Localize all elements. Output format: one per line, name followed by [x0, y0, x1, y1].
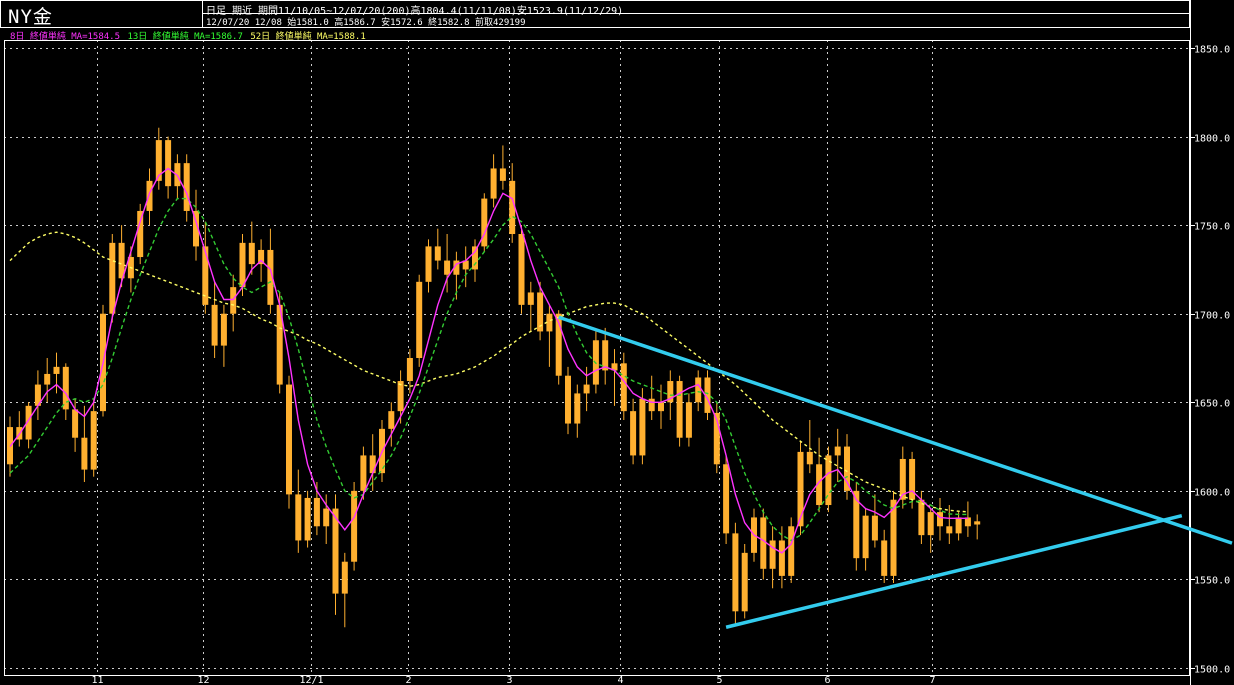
- candle-body: [90, 411, 97, 470]
- candle-body: [388, 411, 395, 429]
- y-tick-label: 1650.0: [1194, 399, 1230, 410]
- candle-body: [723, 464, 730, 534]
- x-tick-label: 3: [506, 675, 512, 685]
- candle-body: [881, 540, 888, 576]
- x-tick-label: 2: [405, 675, 411, 685]
- candle-body: [406, 358, 413, 382]
- candle-body: [72, 409, 79, 438]
- candle-body: [695, 377, 702, 403]
- candle-body: [444, 260, 451, 275]
- candle-body: [732, 533, 739, 612]
- candle-body: [937, 512, 943, 527]
- candle-body: [248, 242, 255, 265]
- candle-body: [360, 455, 367, 491]
- trendline-lower: [725, 513, 1183, 629]
- candle-body: [518, 234, 525, 305]
- candle-body: [806, 451, 813, 465]
- candle-body: [760, 517, 767, 569]
- x-tick-label: 12/1: [299, 675, 323, 685]
- candle-body: [369, 455, 376, 474]
- candle-body: [165, 140, 172, 187]
- candle-body: [53, 366, 60, 374]
- candle-body: [416, 281, 423, 358]
- x-tick-label: 12: [197, 675, 209, 685]
- candle-body: [137, 210, 144, 258]
- candle-body: [211, 304, 218, 346]
- candle-body: [230, 287, 237, 314]
- candle-body: [844, 446, 850, 491]
- candle-body: [341, 561, 348, 594]
- candle-body: [974, 521, 981, 525]
- candle-body: [527, 292, 534, 305]
- candle-body: [862, 515, 869, 559]
- candle-body: [946, 526, 953, 534]
- candle-body: [109, 242, 116, 314]
- candle-body: [239, 242, 246, 288]
- candle-body: [685, 402, 692, 438]
- candle-body: [286, 384, 292, 495]
- candle-body: [918, 499, 925, 536]
- candle-body: [565, 375, 571, 424]
- candle-body: [630, 411, 637, 456]
- candle-body: [323, 508, 330, 527]
- x-tick-label: 5: [716, 675, 722, 685]
- y-tick-label: 1850.0: [1194, 45, 1230, 56]
- candle-body: [472, 246, 478, 270]
- candle-body: [955, 517, 962, 534]
- candle-body: [351, 490, 358, 562]
- candle-body: [183, 163, 190, 211]
- y-tick-label: 1500.0: [1194, 665, 1230, 676]
- candle-body: [778, 540, 785, 576]
- x-tick-label: 4: [617, 675, 623, 685]
- candle-body: [639, 398, 646, 456]
- y-tick-label: 1600.0: [1194, 488, 1230, 499]
- candle-body: [648, 398, 655, 412]
- ma52-line: [9, 231, 968, 513]
- candle-body: [871, 515, 878, 541]
- candle-body: [834, 446, 841, 456]
- candle-body: [81, 437, 88, 470]
- candle-body: [146, 180, 153, 211]
- candle-body: [434, 246, 441, 261]
- candlestick-chart: 1850.0 1800.0 1750.0 1700.0 1650.0 1600.0 1550…: [4, 0, 1233, 685]
- candle-body: [658, 402, 664, 412]
- candle-body: [620, 363, 627, 412]
- x-tick-label: 7: [929, 675, 935, 685]
- candle-body: [741, 552, 748, 612]
- candle-body: [295, 494, 302, 541]
- x-tick-label: 11: [91, 675, 103, 685]
- candle-body: [44, 373, 51, 385]
- candle-body: [490, 168, 497, 199]
- y-tick-label: 1800.0: [1194, 134, 1230, 145]
- y-tick-label: 1550.0: [1194, 576, 1230, 587]
- ma13-line: [9, 197, 968, 542]
- candle-body: [574, 393, 581, 424]
- candle-body: [676, 381, 683, 438]
- candle-body: [220, 313, 227, 346]
- candle-body: [927, 512, 934, 536]
- candle-body: [583, 384, 590, 394]
- y-tick-label: 1700.0: [1194, 311, 1230, 322]
- candle-body: [313, 497, 320, 527]
- ma8-line: [9, 167, 968, 554]
- candle-body: [397, 381, 404, 412]
- candle-body: [62, 366, 69, 410]
- candle-body: [304, 497, 311, 541]
- candle-body: [769, 540, 776, 569]
- candle-body: [499, 168, 506, 181]
- candle-body: [788, 526, 795, 576]
- x-tick-label: 6: [824, 675, 830, 685]
- candle-body: [797, 451, 804, 527]
- y-tick-label: 1750.0: [1194, 222, 1230, 233]
- candle-body: [425, 246, 432, 282]
